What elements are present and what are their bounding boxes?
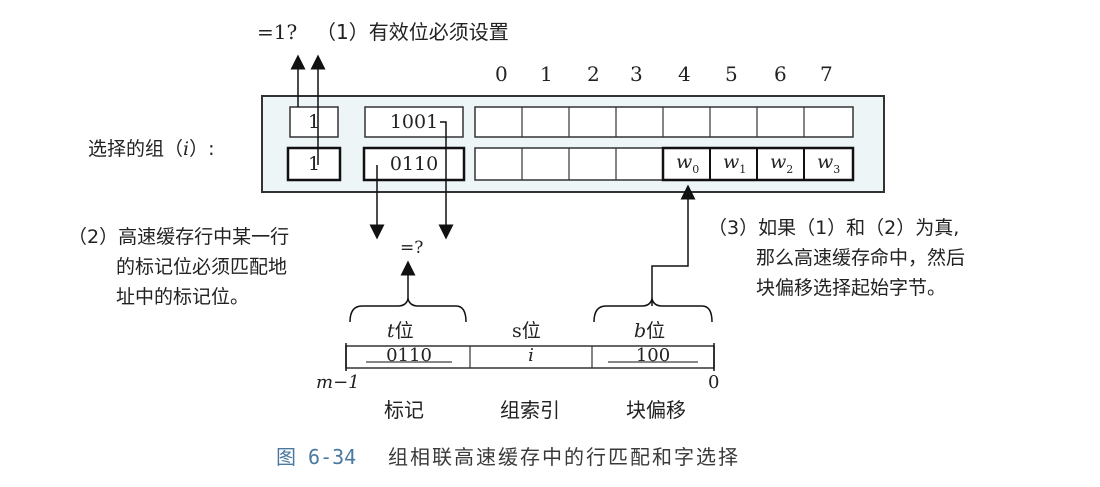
offset-label: 5	[725, 62, 738, 86]
selected-set-label: 选择的组（i）:	[88, 138, 215, 160]
block-offset-arrow	[651, 184, 696, 306]
offset-label: 3	[630, 62, 643, 86]
figure-title: 组相联高速缓存中的行匹配和字选择	[388, 445, 740, 469]
offset-label: 4	[678, 62, 691, 86]
field-name-index: 组索引	[500, 398, 560, 422]
tag-line1: 0110	[389, 153, 439, 175]
block-line0	[474, 106, 854, 138]
address-tag-value: 0110	[386, 345, 432, 366]
field-head-tag: t位	[387, 320, 414, 342]
tag-line0: 1001	[389, 111, 439, 133]
word-w3: w3	[817, 151, 841, 176]
tag-compare-label: =?	[400, 238, 424, 258]
valid-bit-line1: 1	[307, 153, 321, 175]
offset-label: 2	[587, 62, 600, 86]
word-w1: w1	[723, 151, 747, 176]
field-name-offset: 块偏移	[626, 398, 686, 422]
block-line1	[474, 146, 855, 182]
figure-number: 图 6-34	[276, 445, 357, 469]
note-valid-bit: （1）有效位必须设置	[316, 20, 509, 44]
low-bit-label: 0	[708, 372, 720, 393]
address-index-value: i	[528, 345, 534, 366]
field-name-tag: 标记	[384, 398, 424, 422]
offset-label: 7	[820, 62, 833, 86]
word-w0: w0	[676, 151, 700, 176]
field-head-offset: b位	[634, 320, 666, 342]
offset-label: 1	[540, 62, 553, 86]
field-braces	[349, 296, 713, 323]
valid-eq-label: =1?	[257, 20, 298, 44]
word-w2: w2	[770, 151, 794, 176]
valid-bit-line0: 1	[307, 111, 321, 133]
offset-label: 0	[495, 62, 508, 86]
offset-label: 6	[774, 62, 787, 86]
field-head-index: s位	[512, 320, 541, 342]
high-bit-label: m−1	[316, 372, 360, 393]
address-offset-value: 100	[635, 345, 671, 366]
